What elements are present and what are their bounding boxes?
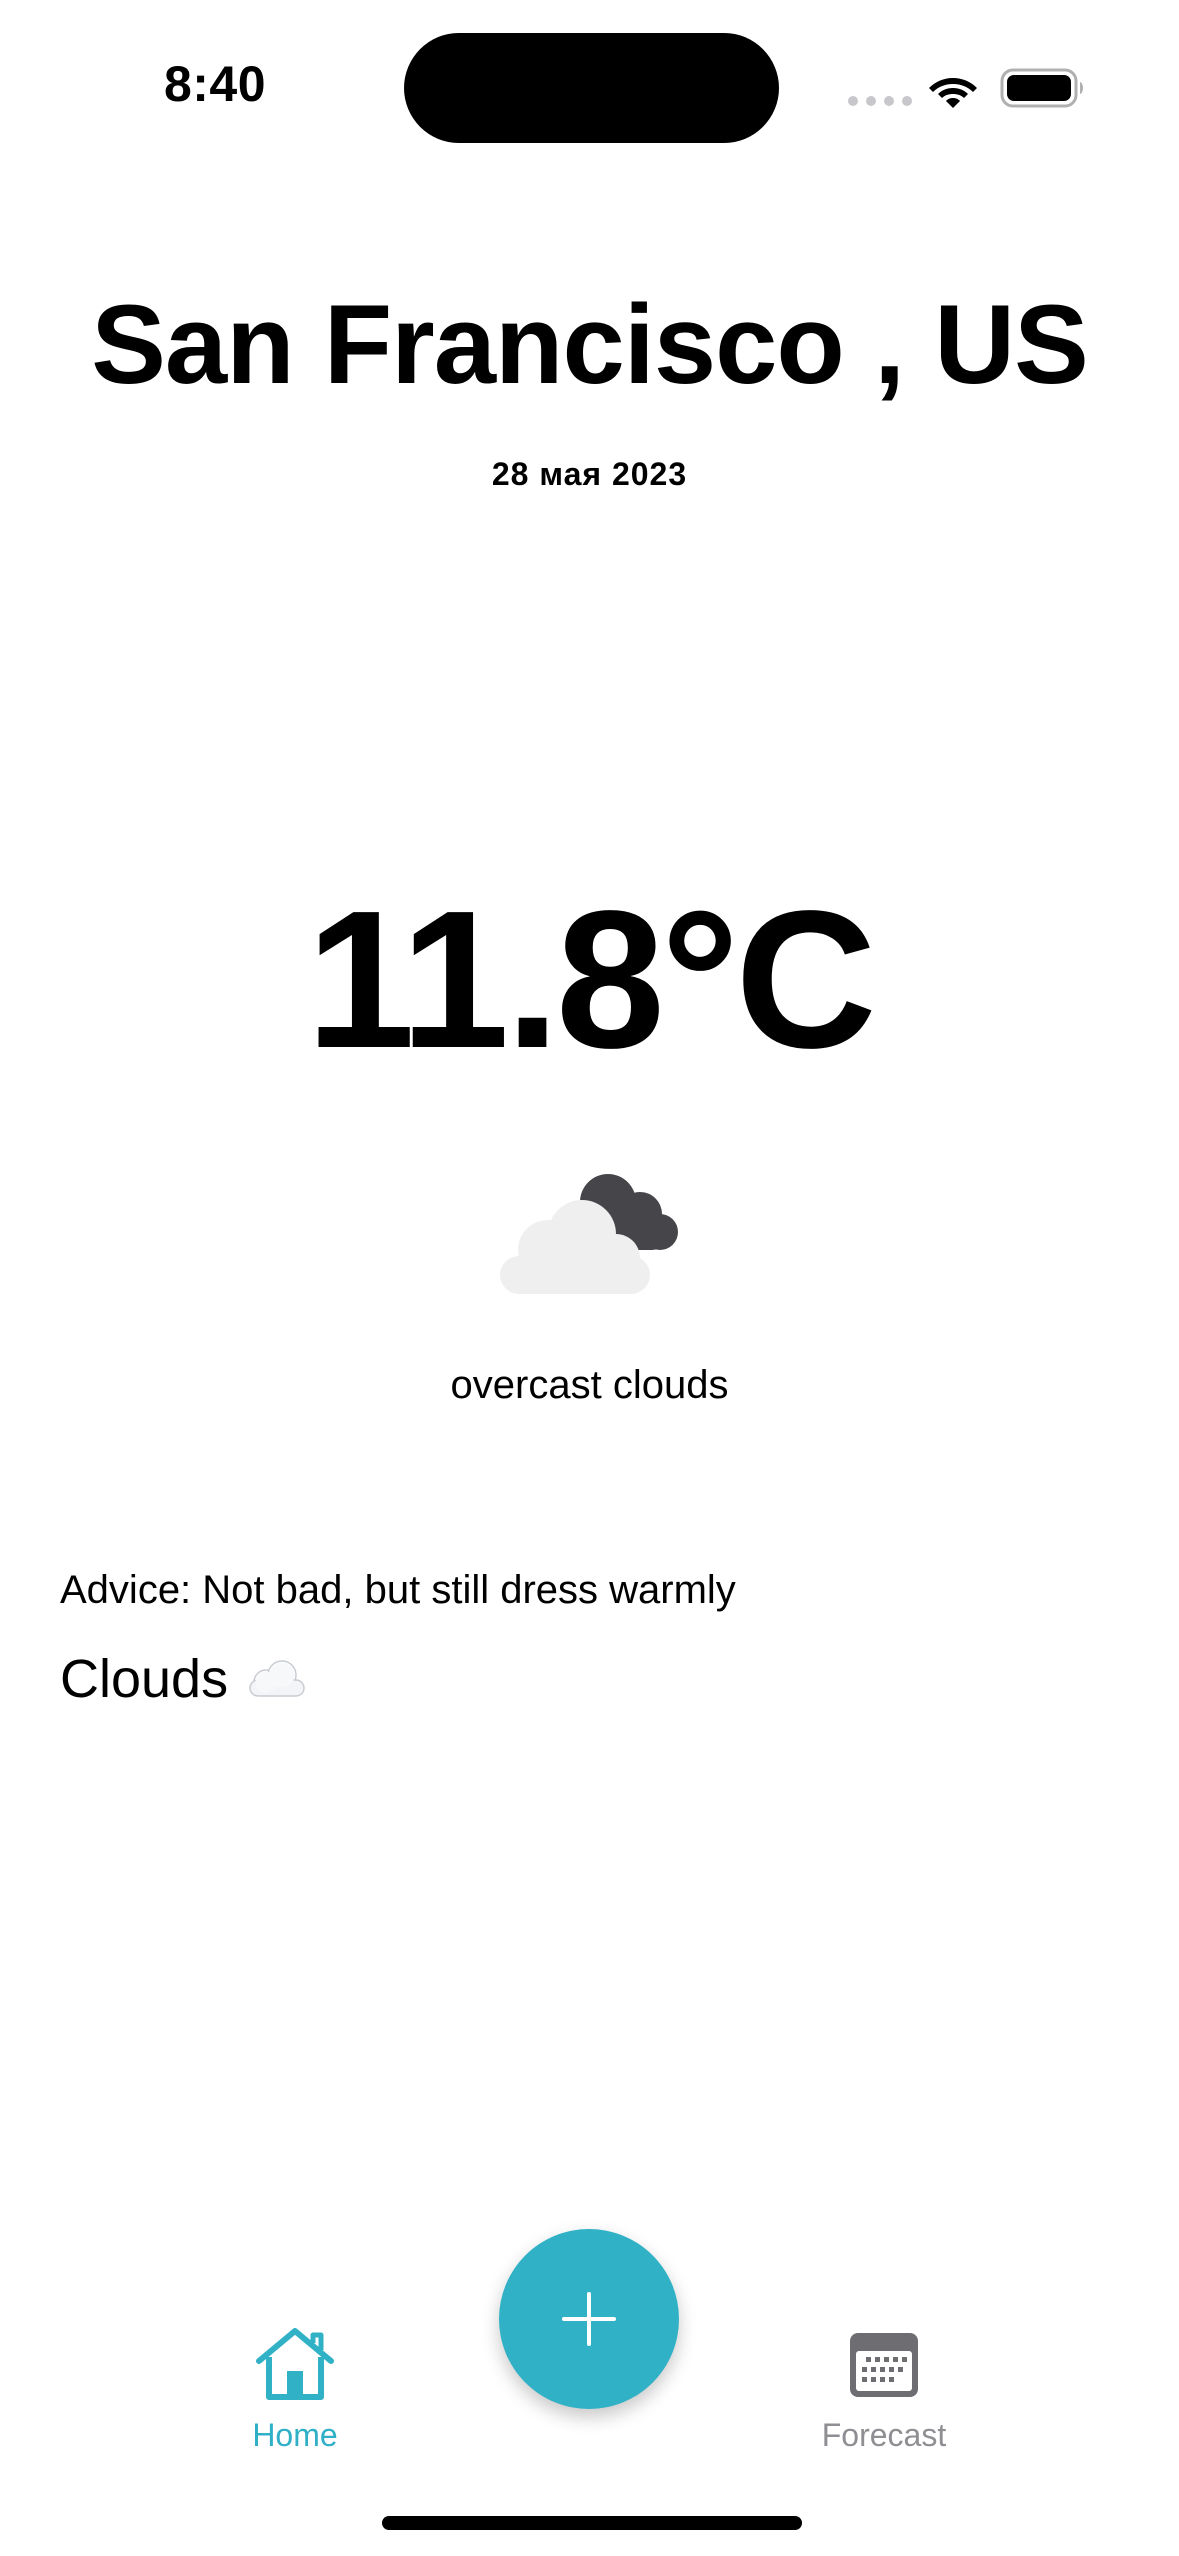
advice-text: Advice: Not bad, but still dress warmly <box>60 1568 736 1612</box>
home-indicator[interactable] <box>382 2516 802 2530</box>
dynamic-island <box>404 33 779 143</box>
overcast-cloud-icon <box>500 1174 678 1294</box>
tab-home[interactable]: Home <box>195 2325 395 2454</box>
status-time: 8:40 <box>163 56 267 112</box>
cloud-icon <box>249 1660 305 1697</box>
temperature-value: 11.8°C <box>306 870 877 1089</box>
wifi-icon <box>929 78 977 108</box>
battery-icon <box>1000 68 1083 108</box>
plus-icon <box>562 2292 616 2346</box>
city-title: San Francisco , US <box>91 282 1089 407</box>
tab-home-label: Home <box>252 2417 338 2453</box>
calendar-icon <box>850 2333 918 2397</box>
house-icon <box>256 2328 334 2400</box>
condition-label: Clouds <box>60 1649 229 1709</box>
weather-description: overcast clouds <box>450 1363 729 1407</box>
add-button[interactable] <box>499 2229 679 2409</box>
date-label: 28 мая 2023 <box>491 456 688 492</box>
tab-forecast[interactable]: Forecast <box>784 2325 984 2454</box>
condition-row: Clouds <box>60 1648 310 1710</box>
signal-dots-icon <box>848 96 912 106</box>
tab-forecast-label: Forecast <box>821 2417 947 2453</box>
